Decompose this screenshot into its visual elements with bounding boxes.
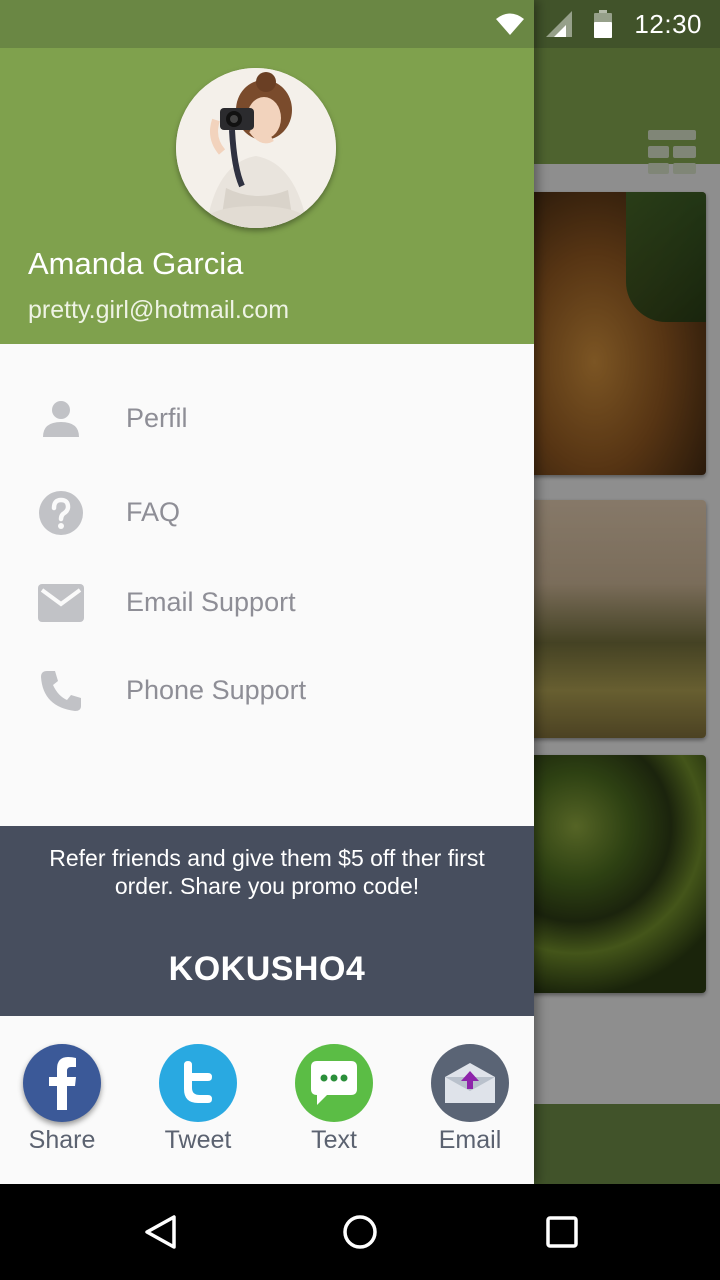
phone-icon xyxy=(36,666,86,716)
share-email-button[interactable]: Email xyxy=(420,1044,520,1155)
profile-photo xyxy=(176,68,336,228)
recents-icon[interactable] xyxy=(538,1208,586,1256)
person-icon xyxy=(36,394,86,444)
mail-icon xyxy=(36,578,86,628)
menu-item-label: Phone Support xyxy=(126,675,307,705)
menu-item-label: FAQ xyxy=(126,497,181,527)
menu-item-email-support[interactable]: Email Support xyxy=(0,560,534,648)
menu-item-phone-support[interactable]: Phone Support xyxy=(0,648,534,736)
share-label: Text xyxy=(311,1126,357,1154)
home-icon[interactable] xyxy=(336,1208,384,1256)
share-text-button[interactable]: Text xyxy=(284,1044,384,1155)
help-icon xyxy=(36,488,86,538)
message-icon xyxy=(295,1044,373,1122)
share-twitter-button[interactable]: Tweet xyxy=(148,1044,248,1155)
facebook-icon xyxy=(23,1044,101,1122)
share-row: Share Tweet Text Email xyxy=(0,1016,534,1184)
menu-item-faq[interactable]: FAQ xyxy=(0,470,534,558)
drawer-status-bar xyxy=(0,0,534,48)
user-name: Amanda Garcia xyxy=(28,246,244,281)
back-icon[interactable] xyxy=(136,1208,184,1256)
signal-icon xyxy=(546,11,573,37)
status-time: 12:30 xyxy=(634,8,702,39)
menu-item-label: Email Support xyxy=(126,587,296,617)
battery-icon xyxy=(594,10,613,38)
status-bar: 12:30 xyxy=(496,0,702,48)
share-facebook-button[interactable]: Share xyxy=(12,1044,112,1155)
promo-section: Refer friends and give them $5 off ther … xyxy=(0,826,534,1016)
avatar[interactable] xyxy=(176,68,336,228)
drawer-header: Amanda Garcia pretty.girl@hotmail.com xyxy=(0,48,534,344)
navigation-drawer: Amanda Garcia pretty.girl@hotmail.com Pe… xyxy=(0,0,534,1184)
menu-item-perfil[interactable]: Perfil xyxy=(0,376,534,464)
navigation-bar xyxy=(0,1184,720,1280)
email-icon xyxy=(431,1044,509,1122)
share-label: Tweet xyxy=(164,1126,232,1154)
promo-text: Refer friends and give them $5 off ther … xyxy=(49,845,485,899)
promo-code[interactable]: KOKUSHO4 xyxy=(0,950,534,989)
user-email: pretty.girl@hotmail.com xyxy=(28,296,290,324)
twitter-icon xyxy=(159,1044,237,1122)
share-label: Share xyxy=(28,1126,96,1154)
share-label: Email xyxy=(438,1126,502,1154)
wifi-icon xyxy=(496,13,525,35)
menu-item-label: Perfil xyxy=(126,403,188,433)
